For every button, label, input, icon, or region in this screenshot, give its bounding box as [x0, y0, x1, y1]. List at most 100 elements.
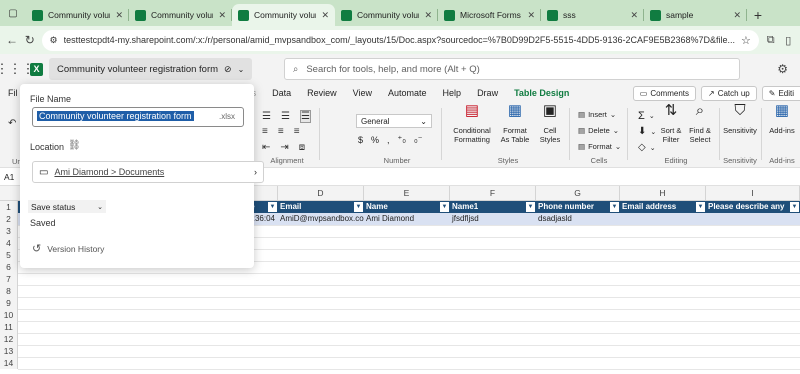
table-cell[interactable]: AmiD@mvpsandbox.com	[278, 213, 364, 225]
comments-button[interactable]: ▭ Comments	[632, 85, 696, 101]
row-header[interactable]: 14	[0, 357, 18, 369]
table-header-cell[interactable]: Phone number ▼	[536, 201, 620, 213]
filter-dropdown-icon[interactable]: ▼	[440, 202, 449, 212]
filter-dropdown-icon[interactable]: ▼	[696, 202, 705, 212]
row-header[interactable]: 10	[0, 309, 18, 321]
cell-styles-button[interactable]: ▣ Cell Styles	[536, 103, 564, 144]
browser-tab[interactable]: Community volun ✕	[129, 4, 232, 26]
filter-dropdown-icon[interactable]: ▼	[354, 202, 363, 212]
close-icon[interactable]: ✕	[424, 10, 432, 21]
close-icon[interactable]: ✕	[115, 10, 123, 21]
browser-tab[interactable]: sample ✕	[644, 4, 747, 26]
app-launcher-icon[interactable]: ⋮⋮⋮	[0, 61, 35, 77]
comma-style-icon[interactable]: ,	[387, 135, 390, 145]
table-header-cell[interactable]: Name1 ▼	[450, 201, 536, 213]
align-right-icon[interactable]: ≡	[294, 126, 300, 137]
back-icon[interactable]: ←	[6, 32, 18, 48]
row-header[interactable]: 4	[0, 237, 18, 249]
filter-dropdown-icon[interactable]: ▼	[268, 202, 277, 212]
align-top-icon[interactable]: ☰	[262, 111, 271, 122]
align-center-icon[interactable]: ≡	[278, 126, 284, 137]
row-header[interactable]: 7	[0, 273, 18, 285]
browser-tab[interactable]: sss ✕	[541, 4, 644, 26]
browser-tab[interactable]: Community volun ✕	[335, 4, 438, 26]
fill-icon[interactable]: ⬇	[638, 126, 646, 137]
ribbon-tab-data[interactable]: Data	[264, 88, 299, 98]
increase-indent-icon[interactable]: ⇥	[280, 142, 288, 153]
row-header[interactable]: 1	[0, 201, 18, 213]
format-cells-button[interactable]: ▤ Format ⌄	[578, 142, 621, 151]
table-cell[interactable]	[620, 213, 706, 225]
table-header-cell[interactable]: Name ▼	[364, 201, 450, 213]
row-header[interactable]: 2	[0, 213, 18, 225]
format-as-table-button[interactable]: ▦ Format As Table	[498, 103, 532, 144]
table-header-cell[interactable]: Please describe any ▼	[706, 201, 800, 213]
filter-dropdown-icon[interactable]: ▼	[790, 202, 799, 212]
column-header[interactable]: F	[450, 186, 536, 201]
column-header[interactable]: E	[364, 186, 450, 201]
ribbon-tab-table-design[interactable]: Table Design	[506, 88, 577, 98]
close-icon[interactable]: ✕	[321, 10, 329, 21]
ribbon-tab-help[interactable]: Help	[435, 88, 470, 98]
version-history-button[interactable]: ↺ Version History	[32, 242, 104, 255]
close-icon[interactable]: ✕	[527, 10, 535, 21]
ribbon-tab-draw[interactable]: Draw	[469, 88, 506, 98]
table-header-cell[interactable]: Email ▼	[278, 201, 364, 213]
filter-dropdown-icon[interactable]: ▼	[526, 202, 535, 212]
search-box[interactable]: ⌕ Search for tools, help, and more (Alt …	[284, 58, 740, 80]
clear-icon[interactable]: ◇	[638, 142, 646, 153]
close-icon[interactable]: ✕	[733, 10, 741, 21]
sensitivity-button[interactable]: ⛉ Sensitivity	[722, 103, 758, 135]
close-icon[interactable]: ✕	[630, 10, 638, 21]
decrease-indent-icon[interactable]: ⇤	[262, 142, 270, 153]
merge-icon[interactable]: ⧈	[299, 142, 305, 153]
column-header[interactable]: I	[706, 186, 800, 201]
row-header[interactable]: 3	[0, 225, 18, 237]
new-tab-button[interactable]: +	[747, 4, 769, 26]
insert-cells-button[interactable]: ▤ Insert ⌄	[578, 110, 616, 119]
row-header[interactable]: 6	[0, 261, 18, 273]
ribbon-tab-review[interactable]: Review	[299, 88, 345, 98]
number-format-dropdown[interactable]: General ⌄	[356, 114, 432, 128]
table-cell[interactable]: dsadjasld	[536, 213, 620, 225]
close-icon[interactable]: ✕	[218, 10, 226, 21]
filter-dropdown-icon[interactable]: ▼	[610, 202, 619, 212]
align-left-icon[interactable]: ≡	[262, 126, 268, 137]
addins-button[interactable]: ▦ Add-ins	[766, 103, 798, 135]
table-cell[interactable]: Ami Diamond	[364, 213, 450, 225]
file-name-input[interactable]: Community volunteer registration form .x…	[32, 107, 244, 127]
table-cell[interactable]	[706, 213, 800, 225]
row-header[interactable]: 12	[0, 333, 18, 345]
row-header[interactable]: 9	[0, 297, 18, 309]
tab-list-icon[interactable]: ▢	[0, 0, 26, 26]
extensions-icon[interactable]: ⧉	[765, 32, 777, 48]
sidebar-icon[interactable]: ▯	[782, 32, 794, 48]
row-header[interactable]: 5	[0, 249, 18, 261]
reload-icon[interactable]: ↻	[24, 32, 36, 48]
favorite-star-icon[interactable]: ☆	[741, 34, 751, 47]
column-header[interactable]: G	[536, 186, 620, 201]
editing-mode-button[interactable]: ✎ Editi	[761, 85, 800, 101]
delete-cells-button[interactable]: ▤ Delete ⌄	[578, 126, 619, 135]
settings-gear-icon[interactable]: ⚙	[777, 62, 788, 76]
browser-tab[interactable]: Microsoft Forms ✕	[438, 4, 541, 26]
column-header[interactable]: D	[278, 186, 364, 201]
align-bottom-icon[interactable]: ☰	[299, 110, 311, 123]
currency-icon[interactable]: $	[358, 135, 363, 145]
document-title-button[interactable]: Community volunteer registration form ⊘ …	[49, 58, 253, 80]
undo-icon[interactable]: ↶	[8, 118, 16, 129]
percent-icon[interactable]: %	[371, 135, 379, 145]
catch-up-button[interactable]: ↗ Catch up	[701, 85, 757, 101]
align-middle-icon[interactable]: ☰	[281, 111, 290, 122]
increase-decimal-icon[interactable]: ⁺₀	[398, 134, 407, 145]
row-header[interactable]: 8	[0, 285, 18, 297]
autosum-icon[interactable]: Σ	[638, 110, 645, 122]
sort-filter-button[interactable]: ⇅ Sort & Filter	[658, 103, 684, 144]
site-info-icon[interactable]: ⚙	[50, 35, 58, 46]
row-header[interactable]: 13	[0, 345, 18, 357]
column-header[interactable]: H	[620, 186, 706, 201]
ribbon-tab-view[interactable]: View	[345, 88, 380, 98]
table-header-cell[interactable]: Email address ▼	[620, 201, 706, 213]
find-select-button[interactable]: ⌕ Find & Select	[686, 103, 714, 144]
browser-tab[interactable]: Community volun ✕	[26, 4, 129, 26]
